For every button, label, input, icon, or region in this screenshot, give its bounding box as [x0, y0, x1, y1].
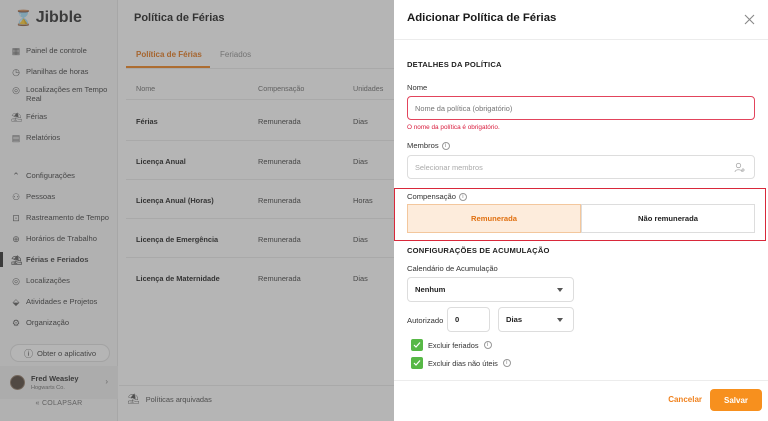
- check-icon: [413, 342, 421, 348]
- cancel-button[interactable]: Cancelar: [668, 395, 702, 404]
- accrual-calendar-label: Calendário de Acumulação: [407, 264, 498, 273]
- exclude-nonworking-checkbox[interactable]: [411, 357, 423, 369]
- name-label: Nome: [407, 83, 427, 92]
- panel-footer: Cancelar Salvar: [394, 380, 768, 421]
- members-label: Membros i: [407, 141, 450, 150]
- accrual-calendar-value: Nenhum: [415, 285, 446, 294]
- panel-title: Adicionar Política de Férias: [407, 12, 557, 24]
- accrual-settings-heading: CONFIGURAÇÕES DE ACUMULAÇÃO: [407, 246, 550, 255]
- paid-option-button[interactable]: Remunerada: [407, 204, 581, 233]
- add-leave-policy-panel: Adicionar Política de Férias DETALHES DA…: [394, 0, 768, 421]
- panel-header: Adicionar Política de Férias: [394, 0, 768, 40]
- compensation-label-text: Compensação: [407, 192, 456, 201]
- accrual-calendar-label-text: Calendário de Acumulação: [407, 264, 498, 273]
- add-member-icon: [734, 162, 745, 173]
- members-placeholder: Selecionar membros: [415, 162, 483, 172]
- members-label-text: Membros: [407, 141, 439, 150]
- modal-backdrop[interactable]: [0, 0, 394, 421]
- unit-value: Dias: [506, 315, 523, 324]
- authorized-label-text: Autorizado: [407, 316, 444, 325]
- info-icon[interactable]: i: [458, 192, 467, 201]
- exclude-holidays-checkbox[interactable]: [411, 339, 423, 351]
- unpaid-option-button[interactable]: Não remunerada: [581, 204, 755, 233]
- exclude-holidays-label: Excluir feriados: [428, 340, 479, 350]
- authorized-amount-value: 0: [455, 315, 460, 324]
- authorized-label: Autorizado: [407, 316, 443, 325]
- members-select[interactable]: Selecionar membros: [407, 155, 755, 179]
- name-label-text: Nome: [407, 83, 428, 92]
- exclude-nonworking-row: Excluir dias não úteis i: [411, 357, 511, 369]
- info-icon[interactable]: i: [441, 141, 450, 150]
- name-error-message: O nome da política é obrigatório.: [407, 124, 500, 131]
- save-button[interactable]: Salvar: [710, 389, 762, 411]
- exclude-nonworking-label: Excluir dias não úteis: [428, 358, 498, 368]
- close-icon[interactable]: [743, 13, 756, 26]
- policy-details-heading: DETALHES DA POLÍTICA: [407, 60, 502, 69]
- accrual-calendar-select[interactable]: Nenhum: [407, 277, 574, 302]
- compensation-label: Compensação i: [407, 192, 467, 201]
- policy-name-input[interactable]: [407, 96, 755, 120]
- unit-select[interactable]: Dias: [498, 307, 574, 332]
- info-icon[interactable]: i: [483, 341, 492, 349]
- chevron-down-icon: [557, 318, 563, 322]
- check-icon: [413, 360, 421, 366]
- exclude-holidays-row: Excluir feriados i: [411, 339, 492, 351]
- chevron-down-icon: [557, 288, 563, 292]
- info-icon[interactable]: i: [502, 359, 511, 367]
- authorized-amount-input[interactable]: 0: [447, 307, 490, 332]
